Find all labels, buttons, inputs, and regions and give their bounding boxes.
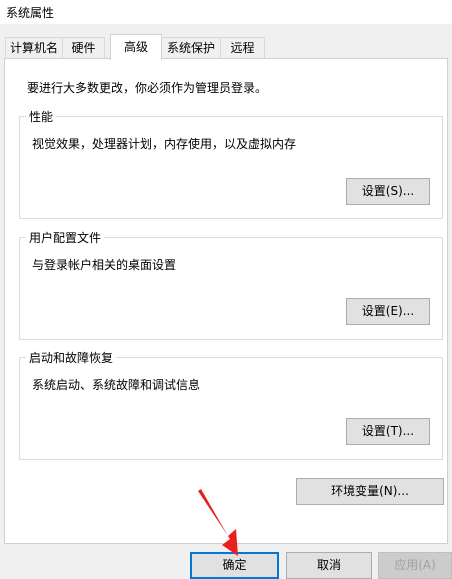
startup-recovery-group-title: 启动和故障恢复 [26,349,117,366]
ok-button[interactable]: 确定 [190,552,279,579]
performance-group: 性能 视觉效果，处理器计划，内存使用，以及虚拟内存 设置(S)... [19,108,443,219]
user-profiles-group: 用户配置文件 与登录帐户相关的桌面设置 设置(E)... [19,229,443,340]
title-bar: 系统属性 [0,0,452,24]
user-profiles-group-title: 用户配置文件 [26,229,105,246]
tab-hardware[interactable]: 硬件 [62,37,105,58]
tab-computer-name[interactable]: 计算机名 [5,37,63,58]
performance-group-title: 性能 [26,108,57,125]
environment-variables-button[interactable]: 环境变量(N)... [296,478,444,505]
tab-advanced[interactable]: 高级 [110,34,162,60]
tab-strip: 计算机名 硬件 高级 系统保护 远程 [0,34,452,60]
performance-description: 视觉效果，处理器计划，内存使用，以及虚拟内存 [32,137,297,151]
startup-recovery-settings-button[interactable]: 设置(T)... [346,418,430,445]
admin-notice: 要进行大多数更改，你必须作为管理员登录。 [27,81,268,95]
performance-settings-button[interactable]: 设置(S)... [346,178,430,205]
user-profiles-settings-button[interactable]: 设置(E)... [346,298,430,325]
advanced-tab-panel: 要进行大多数更改，你必须作为管理员登录。 性能 视觉效果，处理器计划，内存使用，… [4,58,448,544]
user-profiles-description: 与登录帐户相关的桌面设置 [32,258,177,272]
window-title: 系统属性 [6,6,55,20]
tab-remote[interactable]: 远程 [220,37,265,58]
startup-recovery-description: 系统启动、系统故障和调试信息 [32,378,201,392]
tab-system-protection[interactable]: 系统保护 [161,37,221,58]
apply-button[interactable]: 应用(A) [378,552,452,579]
startup-recovery-group: 启动和故障恢复 系统启动、系统故障和调试信息 设置(T)... [19,349,443,460]
cancel-button[interactable]: 取消 [286,552,372,579]
